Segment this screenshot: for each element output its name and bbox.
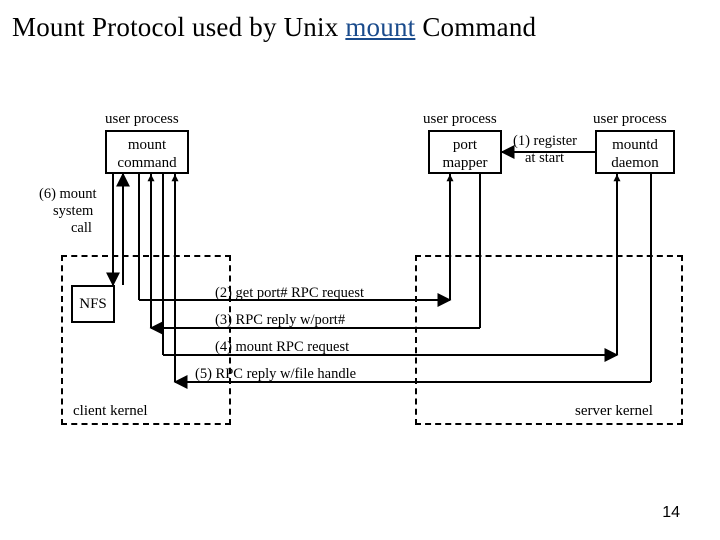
- diagram-connectors: [35, 95, 685, 475]
- page-number: 14: [662, 504, 680, 522]
- title-post: Command: [415, 12, 536, 42]
- title-pre: Mount Protocol used by Unix: [12, 12, 345, 42]
- mount-protocol-diagram: mount command NFS port mapper mountd dae…: [35, 95, 685, 475]
- title-link: mount: [345, 12, 415, 42]
- slide-title: Mount Protocol used by Unix mount Comman…: [12, 12, 536, 43]
